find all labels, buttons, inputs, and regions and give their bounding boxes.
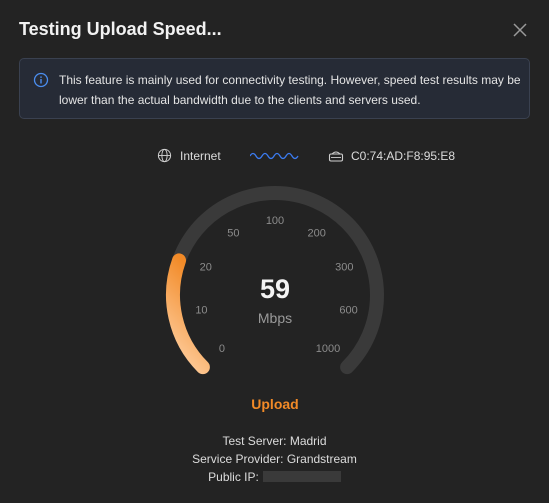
speed-value: 59 — [259, 274, 291, 304]
gauge-tick-label: 200 — [307, 228, 325, 240]
public-ip-row: Public IP: — [0, 470, 549, 484]
close-icon[interactable] — [510, 20, 530, 40]
globe-icon — [157, 148, 172, 163]
service-provider-label: Service Provider: Grandstream — [192, 452, 357, 466]
gauge-tick-label: 50 — [227, 228, 239, 240]
signal-wave-icon — [250, 152, 299, 160]
connection-row: Internet C0:74:AD:F8:95:E8 — [0, 147, 549, 165]
gauge-tick-label: 300 — [335, 261, 353, 273]
test-mode-label: Upload — [251, 396, 299, 412]
router-icon — [328, 151, 344, 162]
gauge-tick-label: 1000 — [316, 343, 340, 355]
device-mac-label: C0:74:AD:F8:95:E8 — [351, 149, 456, 163]
dialog-title: Testing Upload Speed... — [19, 19, 222, 39]
speed-unit: Mbps — [257, 310, 293, 326]
public-ip-redacted — [262, 471, 341, 482]
info-icon — [33, 72, 49, 88]
info-notice: This feature is mainly used for connecti… — [19, 58, 530, 119]
gauge-tick-label: 20 — [200, 261, 212, 273]
test-server-label: Test Server: Madrid — [222, 434, 327, 448]
notice-text: This feature is mainly used for connecti… — [59, 73, 521, 107]
gauge-tick-label: 0 — [219, 343, 225, 355]
dialog-header: Testing Upload Speed... — [0, 0, 549, 60]
public-ip-label: Public IP: — [208, 470, 259, 484]
gauge-tick-label: 100 — [266, 215, 284, 227]
internet-label: Internet — [180, 149, 221, 163]
